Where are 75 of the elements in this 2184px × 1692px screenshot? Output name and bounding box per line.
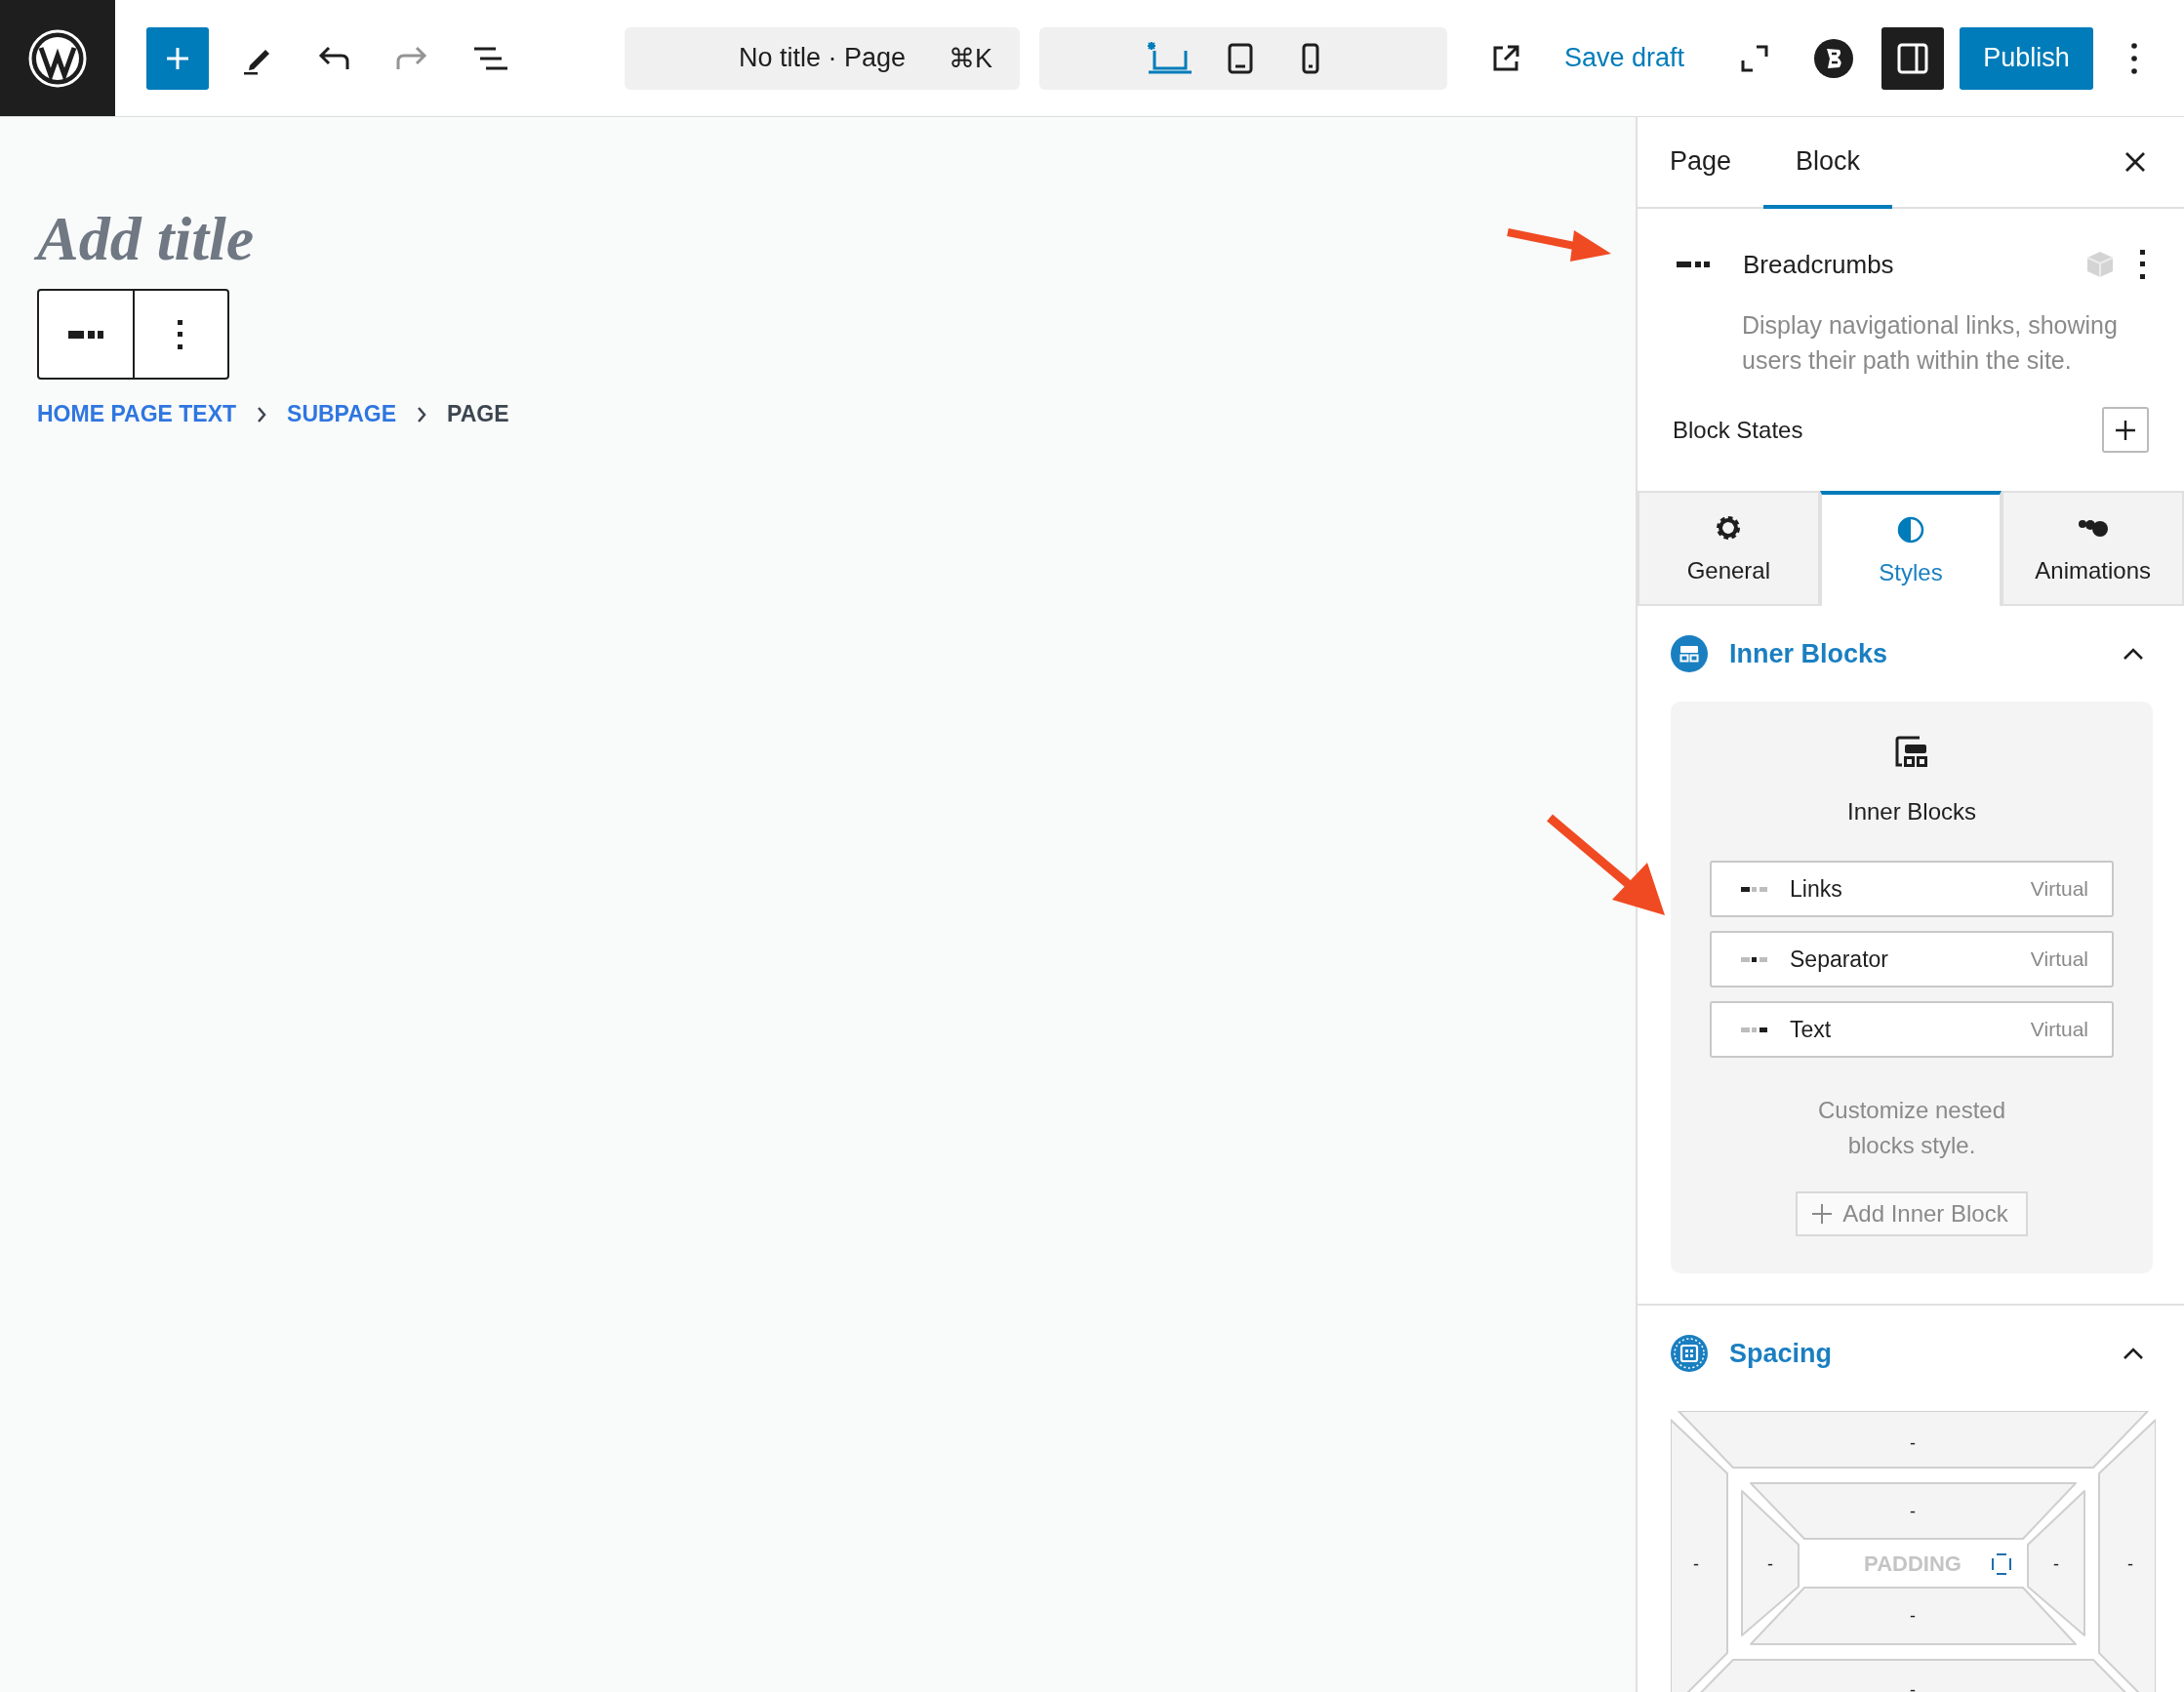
margin-top-field[interactable] (1678, 1411, 2149, 1469)
inspector-tab[interactable]: Styles (1819, 491, 2002, 606)
spacing-value: - (1767, 1554, 1773, 1574)
links-block-icon (1741, 885, 1767, 893)
padding-right-field[interactable] (2027, 1490, 2085, 1636)
inner-block-item[interactable]: Text Virtual (1710, 1001, 2114, 1058)
plugin-logo-icon[interactable] (1813, 37, 1855, 79)
publish-button[interactable]: Publish (1960, 26, 2094, 90)
item-tag: Virtual (2030, 1018, 2088, 1041)
plus-icon (1811, 1203, 1834, 1225)
item-label: Links (1790, 875, 1842, 903)
add-inner-block-button[interactable]: Add Inner Block (1796, 1191, 2028, 1236)
add-state-button[interactable] (2102, 407, 2149, 453)
margin-right-field[interactable] (2098, 1419, 2156, 1692)
breadcrumb-current: PAGE (447, 401, 509, 427)
breadcrumbs-icon (67, 329, 103, 340)
inspector-tab[interactable]: Animations (2002, 491, 2184, 606)
tab-label: Animations (2035, 557, 2152, 584)
shortcut-label: ⌘K (949, 42, 992, 74)
spacing-value: - (2127, 1554, 2133, 1574)
plus-icon (2114, 418, 2137, 442)
close-icon[interactable] (2123, 150, 2147, 174)
sidebar-icon (1896, 41, 1930, 75)
save-draft-button[interactable]: Save draft (1564, 43, 1685, 73)
more-options-icon[interactable] (2129, 41, 2140, 75)
panel-hint: Customize nested blocks style. (1816, 1096, 2007, 1160)
tab-label: General (1686, 557, 1771, 584)
styles-icon (1895, 514, 1926, 545)
more-options-icon (177, 318, 185, 350)
inspector-tab[interactable]: General (1638, 491, 1820, 606)
spacing-value: - (1910, 1502, 1916, 1521)
section-title[interactable]: Inner Blocks (1729, 638, 1888, 669)
padding-left-field[interactable] (1741, 1490, 1800, 1636)
more-options-icon[interactable] (2139, 249, 2147, 280)
item-label: Text (1790, 1016, 1832, 1043)
sidebar-tab[interactable]: Block (1763, 117, 1893, 209)
inner-block-item[interactable]: Separator Virtual (1710, 931, 2114, 987)
chevron-up-icon[interactable] (2122, 1346, 2145, 1361)
breadcrumb-link[interactable]: SUBPAGE (287, 401, 397, 427)
tab-label: Styles (1879, 559, 1943, 586)
margin-left-field[interactable] (1671, 1419, 1728, 1692)
sidebar-tab[interactable]: Page (1638, 117, 1764, 209)
box-label: PADDING (1864, 1551, 1962, 1577)
item-label: Separator (1790, 946, 1888, 973)
spacing-value: - (1910, 1433, 1916, 1453)
spacing-value: - (2053, 1554, 2059, 1574)
breadcrumb-link[interactable]: HOME PAGE TEXT (37, 401, 237, 427)
block-name: Breadcrumbs (1743, 249, 1894, 280)
spacing-value: - (1910, 1606, 1916, 1626)
spacing-icon (1671, 1335, 1708, 1372)
cube-icon (2085, 250, 2115, 279)
block-states-label: Block States (1673, 416, 1803, 444)
text-block-icon (1741, 1026, 1767, 1033)
inner-block-item[interactable]: Links Virtual (1710, 861, 2114, 917)
inner-blocks-icon (1894, 735, 1929, 770)
logo-icon[interactable] (27, 27, 88, 89)
section-title[interactable]: Spacing (1729, 1338, 1833, 1369)
breadcrumbs-icon (1677, 260, 1710, 269)
settings-toggle-button[interactable] (1881, 26, 1945, 90)
item-tag: Virtual (2030, 877, 2088, 901)
inner-blocks-icon (1671, 635, 1708, 672)
separator-block-icon (1741, 955, 1767, 963)
desktop-preview-icon[interactable] (1147, 40, 1193, 76)
item-tag: Virtual (2030, 947, 2088, 971)
add-block-button[interactable] (146, 26, 209, 90)
spacing-value: - (1910, 1680, 1916, 1692)
document-title-bar[interactable]: No title · Page ⌘K (625, 26, 1020, 90)
spacing-value: - (1693, 1554, 1699, 1574)
link-sides-icon[interactable] (1991, 1552, 2012, 1576)
document-title: No title · Page (739, 43, 907, 73)
panel-heading: Inner Blocks (1846, 798, 1977, 826)
chevron-right-icon (256, 405, 268, 423)
chevron-right-icon (416, 405, 428, 423)
block-description: Display navigational links, showing users their path within the site. (1742, 310, 2119, 376)
chevron-up-icon[interactable] (2122, 646, 2145, 662)
